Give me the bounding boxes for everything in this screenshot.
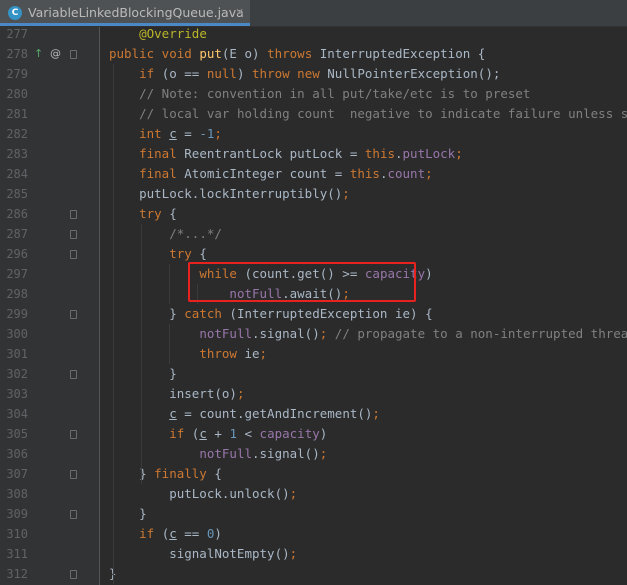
code-line[interactable]: 300 notFull.signal(); // propagate to a … (0, 324, 627, 344)
fold-marker-icon[interactable] (70, 50, 77, 59)
code-line[interactable]: 312} (0, 564, 627, 584)
line-number: 297 (6, 267, 28, 281)
code-line[interactable]: 305 if (c + 1 < capacity) (0, 424, 627, 444)
line-number: 310 (6, 527, 28, 541)
code-line[interactable]: 285 putLock.lockInterruptibly(); (0, 184, 627, 204)
line-number: 306 (6, 447, 28, 461)
line-number: 278 (6, 47, 28, 61)
indent-guide (169, 324, 170, 364)
line-number: 280 (6, 87, 28, 101)
code-line[interactable]: 307 } finally { (0, 464, 627, 484)
code-line[interactable]: 286 try { (0, 204, 627, 224)
code-text: public void put(E o) throws InterruptedE… (109, 46, 486, 61)
code-text: putLock.lockInterruptibly(); (109, 186, 350, 201)
line-number: 298 (6, 287, 28, 301)
line-number: 300 (6, 327, 28, 341)
java-class-icon: C (8, 6, 22, 20)
code-line[interactable]: 301 throw ie; (0, 344, 627, 364)
code-text: c = count.getAndIncrement(); (169, 406, 380, 421)
code-text: throw ie; (199, 346, 268, 361)
file-tab[interactable]: C VariableLinkedBlockingQueue.java × (0, 0, 250, 26)
line-number: 281 (6, 107, 28, 121)
indent-guide (113, 64, 114, 584)
line-number: 285 (6, 187, 28, 201)
fold-marker-icon[interactable] (70, 430, 77, 439)
code-text: } catch (InterruptedException ie) { (109, 306, 433, 321)
code-text: /*...*/ (169, 226, 222, 241)
line-number: 283 (6, 147, 28, 161)
fold-marker-icon[interactable] (70, 570, 77, 579)
line-number: 309 (6, 507, 28, 521)
code-line[interactable]: 281 // local var holding count negative … (0, 104, 627, 124)
line-number: 304 (6, 407, 28, 421)
code-text: final ReentrantLock putLock = this.putLo… (139, 146, 463, 161)
code-line[interactable]: 287 /*...*/ (0, 224, 627, 244)
line-number: 287 (6, 227, 28, 241)
code-text: final AtomicInteger count = this.count; (139, 166, 433, 181)
line-number: 286 (6, 207, 28, 221)
line-number: 299 (6, 307, 28, 321)
code-line[interactable]: 311 signalNotEmpty(); (0, 544, 627, 564)
override-icon[interactable]: ↑ (34, 44, 43, 64)
code-line[interactable]: 309 } (0, 504, 627, 524)
fold-marker-icon[interactable] (70, 230, 77, 239)
line-number: 303 (6, 387, 28, 401)
code-text: if (c == 0) (139, 526, 222, 541)
line-number: 279 (6, 67, 28, 81)
code-text: if (o == null) throw new NullPointerExce… (139, 66, 501, 81)
fold-marker-icon[interactable] (70, 310, 77, 319)
code-line[interactable]: 310 if (c == 0) (0, 524, 627, 544)
line-number: 311 (6, 547, 28, 561)
annotation-icon: @ (50, 47, 61, 60)
line-number: 301 (6, 347, 28, 361)
line-number: 282 (6, 127, 28, 141)
line-number: 296 (6, 247, 28, 261)
line-number: 277 (6, 27, 28, 41)
code-line[interactable]: 306 notFull.signal(); (0, 444, 627, 464)
code-line[interactable]: 279 if (o == null) throw new NullPointer… (0, 64, 627, 84)
code-text: putLock.unlock(); (109, 486, 298, 501)
fold-marker-icon[interactable] (70, 250, 77, 259)
code-line[interactable]: 278 public void put(E o) throws Interrupt… (0, 44, 627, 64)
indent-guide (169, 264, 170, 304)
code-line[interactable]: 277 @Override (0, 24, 627, 44)
code-text: } (109, 366, 177, 381)
code-text: @Override (139, 26, 207, 41)
code-text: } (109, 506, 147, 521)
editor-tab-bar: C VariableLinkedBlockingQueue.java × (0, 0, 627, 27)
line-number: 312 (6, 567, 28, 581)
code-text: int c = -1; (139, 126, 222, 141)
line-number: 302 (6, 367, 28, 381)
fold-marker-icon[interactable] (70, 210, 77, 219)
code-text: signalNotEmpty(); (109, 546, 298, 561)
fold-marker-icon[interactable] (70, 510, 77, 519)
code-text: try { (169, 246, 207, 261)
code-line[interactable]: 302 } (0, 364, 627, 384)
code-line[interactable]: 283 final ReentrantLock putLock = this.p… (0, 144, 627, 164)
file-tab-title: VariableLinkedBlockingQueue.java (28, 5, 244, 20)
fold-marker-icon[interactable] (70, 370, 77, 379)
highlight-box (188, 262, 416, 302)
code-line[interactable]: 282 int c = -1; (0, 124, 627, 144)
indent-guide (141, 224, 142, 484)
line-number: 284 (6, 167, 28, 181)
code-line[interactable]: 308 putLock.unlock(); (0, 484, 627, 504)
code-text: try { (139, 206, 177, 221)
code-line[interactable]: 303 insert(o); (0, 384, 627, 404)
code-text: } finally { (109, 466, 222, 481)
code-line[interactable]: 280 // Note: convention in all put/take/… (0, 84, 627, 104)
line-number: 308 (6, 487, 28, 501)
code-line[interactable]: 284 final AtomicInteger count = this.cou… (0, 164, 627, 184)
code-text: // local var holding count negative to i… (139, 106, 627, 121)
code-line[interactable]: 296 try { (0, 244, 627, 264)
close-icon[interactable]: × (235, 5, 244, 18)
code-text: // Note: convention in all put/take/etc … (139, 86, 531, 101)
line-number: 305 (6, 427, 28, 441)
line-number: 307 (6, 467, 28, 481)
code-text: notFull.signal(); // propagate to a non-… (199, 326, 627, 341)
code-line[interactable]: 304 c = count.getAndIncrement(); (0, 404, 627, 424)
fold-marker-icon[interactable] (70, 470, 77, 479)
code-line[interactable]: 299 } catch (InterruptedException ie) { (0, 304, 627, 324)
code-text: insert(o); (109, 386, 245, 401)
